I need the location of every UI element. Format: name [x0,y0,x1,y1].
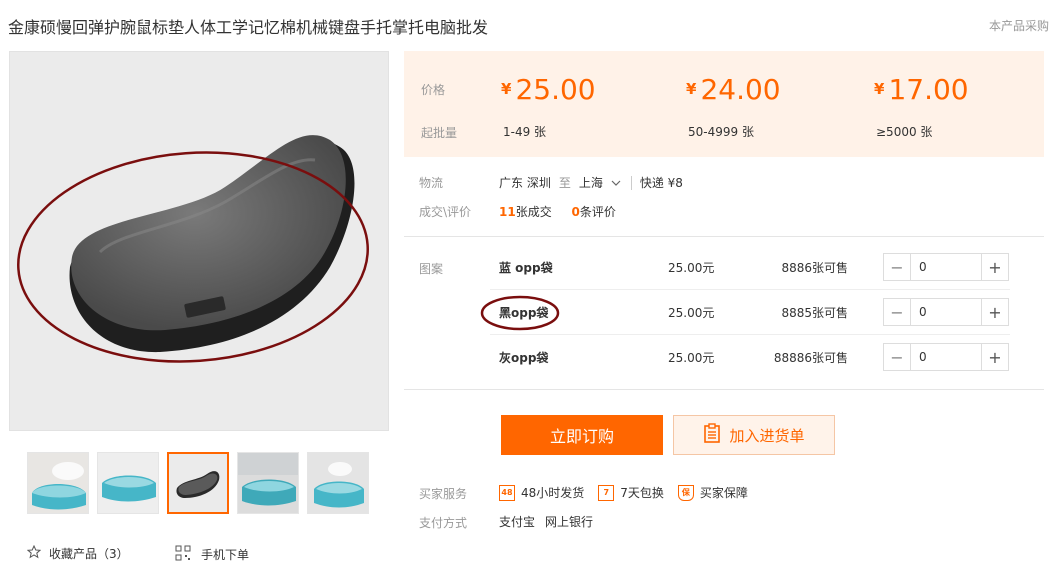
logistics-label: 物流 [419,176,444,190]
price-value: 17.00 [888,73,969,106]
logistics-info: 广东 深圳 至 上海 快递 ¥8 [499,174,683,191]
services-list: 48 48小时发货 7 7天包换 保 买家保障 [499,484,748,501]
favorite-button[interactable]: 收藏产品（3） [26,544,129,562]
service-7day[interactable]: 7 7天包换 [598,484,664,501]
quantity-input[interactable] [911,254,981,280]
calendar-7-icon: 7 [598,484,615,501]
moq-label: 起批量 [421,126,458,140]
payment-alipay: 支付宝 [499,515,536,529]
ship-to-select[interactable]: 上海 [579,174,603,191]
product-title: 金康硕慢回弹护腕鼠标垫人体工学记忆棉机械键盘手托掌托电脑批发 [8,18,489,37]
sku-stock: 8885张可售 [781,306,848,320]
price-tier-2: ¥24.00 [686,73,781,106]
service-48h[interactable]: 48 48小时发货 [499,484,584,501]
review-count[interactable]: 0 [572,205,580,219]
divider [404,389,1044,390]
to-word: 至 [558,176,571,190]
payment-online-bank: 网上银行 [545,515,594,529]
price-tier-3: ¥17.00 [874,73,969,106]
buy-now-button[interactable]: 立即订购 [501,415,663,455]
plus-button[interactable]: + [981,344,1008,370]
thumbnail-1[interactable] [27,452,89,514]
price-value: 24.00 [700,73,781,106]
thumbnail-5[interactable] [307,452,369,514]
quantity-stepper: − + [883,298,1009,326]
sku-row: 黑opp袋 25.00元 8885张可售 − + [480,290,1010,335]
add-to-cart-label: 加入进货单 [729,426,805,445]
price-tier-1: ¥25.00 [501,73,596,106]
quantity-stepper: − + [883,253,1009,281]
services-label: 买家服务 [419,487,468,501]
sku-name: 灰opp袋 [499,351,549,365]
shipping-fee: 快递 ¥8 [639,176,683,190]
add-to-cart-button[interactable]: 加入进货单 [673,415,835,455]
sku-row: 蓝 opp袋 25.00元 8886张可售 − + [490,245,1010,290]
service-text: 7天包换 [620,486,664,500]
sold-count[interactable]: 11 [499,205,516,219]
qrcode-icon [175,545,191,564]
star-icon [26,544,42,562]
divider [404,236,1044,237]
minus-button[interactable]: − [884,254,911,280]
currency-symbol: ¥ [501,80,512,98]
service-guarantee[interactable]: 保 买家保障 [677,484,748,501]
minus-button[interactable]: − [884,299,911,325]
sold-text: 张成交 [515,205,552,219]
sku-price: 25.00元 [668,306,715,320]
chevron-down-icon[interactable] [611,176,621,190]
clock-48-icon: 48 [499,484,515,501]
qty-range-3: ≥5000 张 [876,125,933,139]
mobile-order-button[interactable]: 手机下单 [175,545,249,564]
payment-methods: 支付宝 网上银行 [499,513,593,530]
purchase-info-link[interactable]: 本产品采购 [989,17,1049,34]
sku-price: 25.00元 [668,351,715,365]
thumbnail-4[interactable] [237,452,299,514]
mobile-order-label: 手机下单 [201,548,250,562]
service-text: 买家保障 [699,486,748,500]
sku-row: 灰opp袋 25.00元 88886张可售 − + [490,335,1010,380]
thumbnail-3[interactable] [167,452,229,514]
sku-stock: 88886张可售 [773,351,848,365]
quantity-input[interactable] [911,344,981,370]
service-text: 48小时发货 [521,486,585,500]
currency-symbol: ¥ [874,80,885,98]
favorite-label: 收藏产品（3） [49,547,129,561]
shield-icon: 保 [677,484,694,501]
annotation-ellipse [480,295,560,331]
thumbnail-2[interactable] [97,452,159,514]
qty-range-2: 50-4999 张 [688,125,754,139]
ship-from: 广东 深圳 [499,176,551,190]
price-label: 价格 [421,83,446,97]
sku-label: 图案 [419,262,444,276]
deals-info: 11张成交 0条评价 [499,203,616,220]
sku-stock: 8886张可售 [781,261,848,275]
plus-button[interactable]: + [981,254,1008,280]
quantity-stepper: − + [883,343,1009,371]
separator [630,175,632,190]
sku-price: 25.00元 [668,261,715,275]
quantity-input[interactable] [911,299,981,325]
payment-label: 支付方式 [419,516,468,530]
clipboard-icon [703,423,721,447]
qty-range-1: 1-49 张 [503,125,547,139]
minus-button[interactable]: − [884,344,911,370]
main-product-image[interactable] [9,51,389,431]
deals-label: 成交\评价 [419,205,472,219]
sku-name: 蓝 opp袋 [499,261,553,275]
review-text: 条评价 [579,205,616,219]
plus-button[interactable]: + [981,299,1008,325]
currency-symbol: ¥ [686,80,697,98]
price-panel: 价格 起批量 ¥25.00 ¥24.00 ¥17.00 1-49 张 50-49… [404,51,1044,157]
price-value: 25.00 [515,73,596,106]
